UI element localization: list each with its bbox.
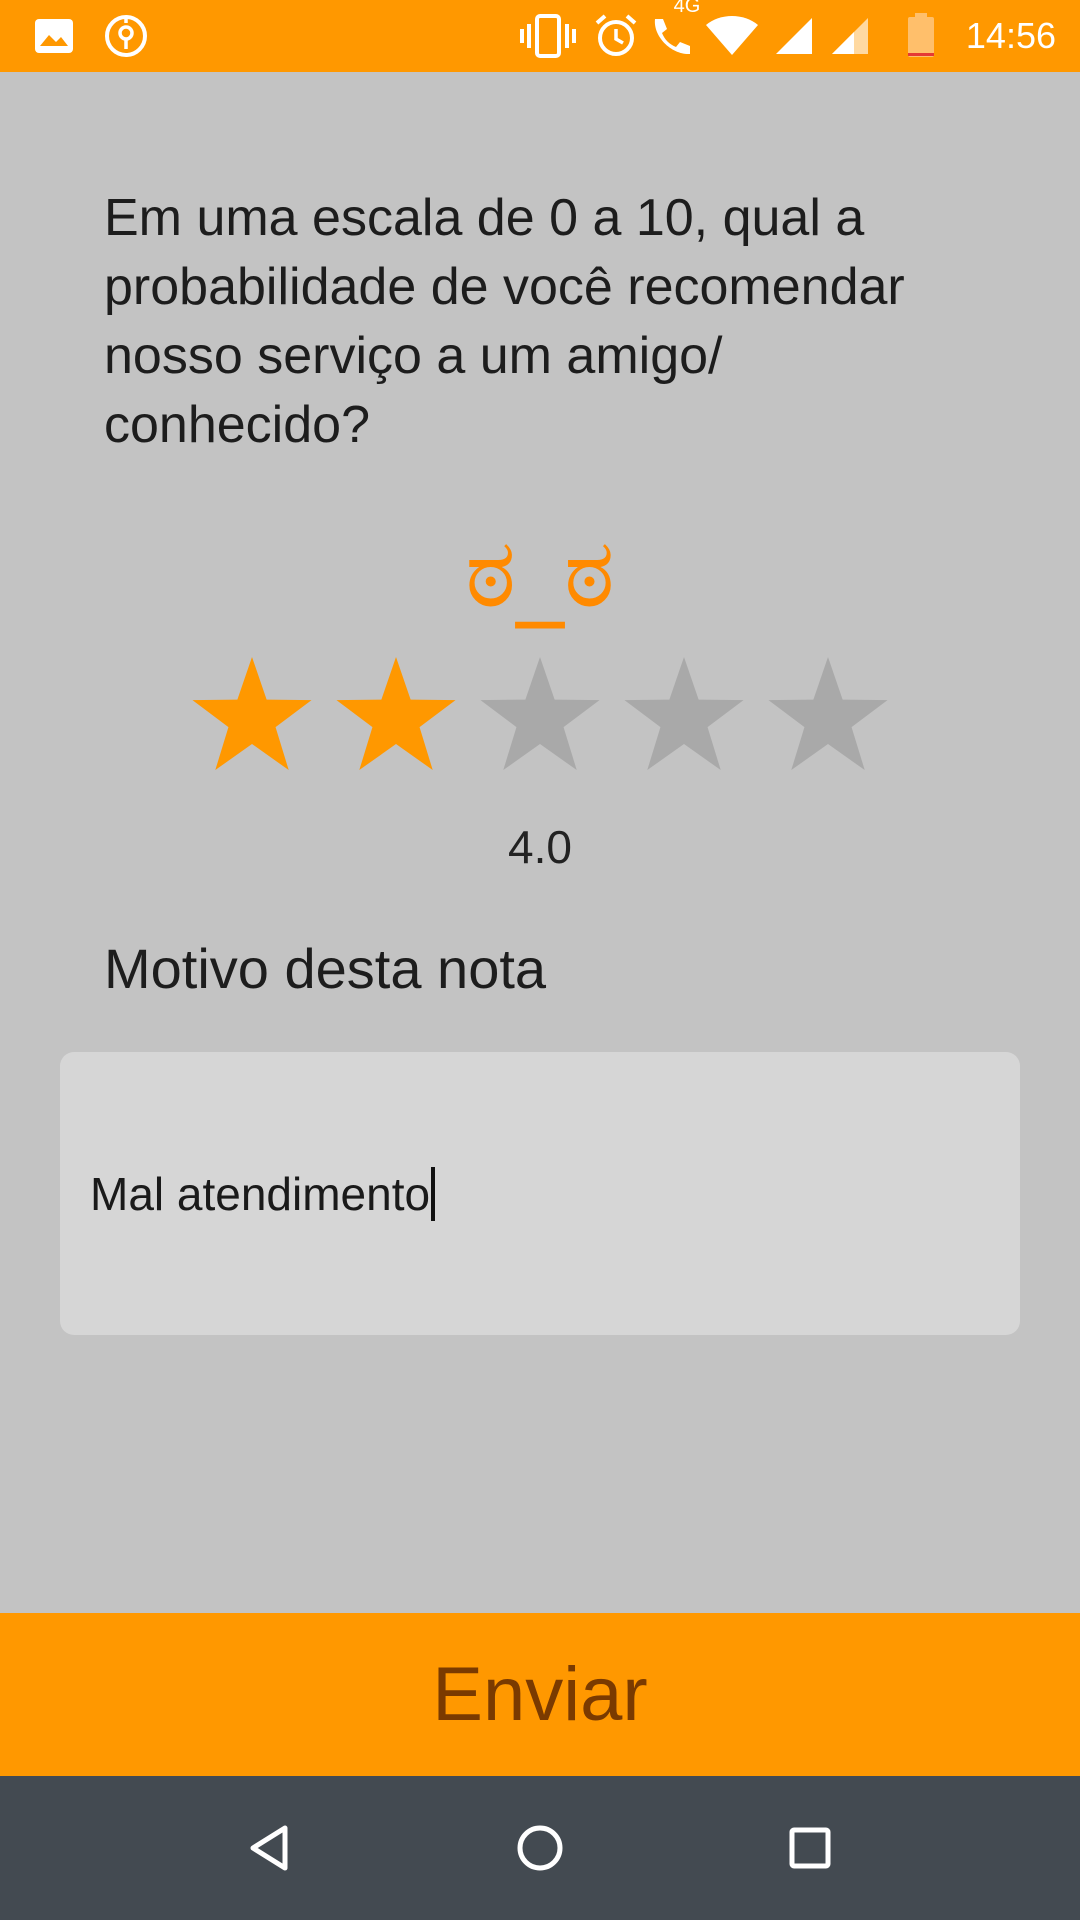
reason-label: Motivo desta nota (104, 937, 547, 1000)
vibrate-icon (520, 0, 576, 72)
star-4-icon[interactable] (622, 652, 746, 776)
score-value: 4.0 (508, 821, 572, 873)
reason-input-value: Mal atendimento (90, 1167, 431, 1220)
recents-icon[interactable] (774, 1812, 846, 1884)
wifi-icon (704, 0, 760, 72)
signal-icon (772, 0, 816, 72)
signal-icon-2 (828, 0, 872, 72)
star-5-icon[interactable] (766, 652, 890, 776)
text-cursor (431, 1166, 436, 1221)
home-icon[interactable] (504, 1812, 576, 1884)
gallery-icon (32, 0, 76, 72)
alarm-icon (592, 0, 640, 72)
star-2-icon[interactable] (334, 652, 458, 776)
status-time: 14:56 (965, 15, 1056, 56)
battery-icon (904, 0, 938, 72)
survey-question: Em uma escala de 0 a 10, qual a probabil… (104, 189, 905, 454)
star-rating[interactable] (190, 652, 890, 776)
star-1-icon[interactable] (190, 652, 314, 776)
back-icon[interactable] (234, 1812, 306, 1884)
send-button[interactable]: Enviar (0, 1613, 1080, 1776)
rating-face: ಠ_ಠ (465, 517, 615, 629)
reason-input[interactable]: Mal atendimento (60, 1052, 1020, 1335)
status-bar: 4G 14:56 (0, 0, 1080, 72)
star-3-icon[interactable] (478, 652, 602, 776)
network-type-label: 4G (673, 0, 701, 17)
location-icon (102, 0, 150, 72)
rating-screen: 4G 14:56 Em uma escala de 0 a 10, qual a… (0, 0, 1080, 1920)
navigation-bar (0, 1776, 1080, 1920)
